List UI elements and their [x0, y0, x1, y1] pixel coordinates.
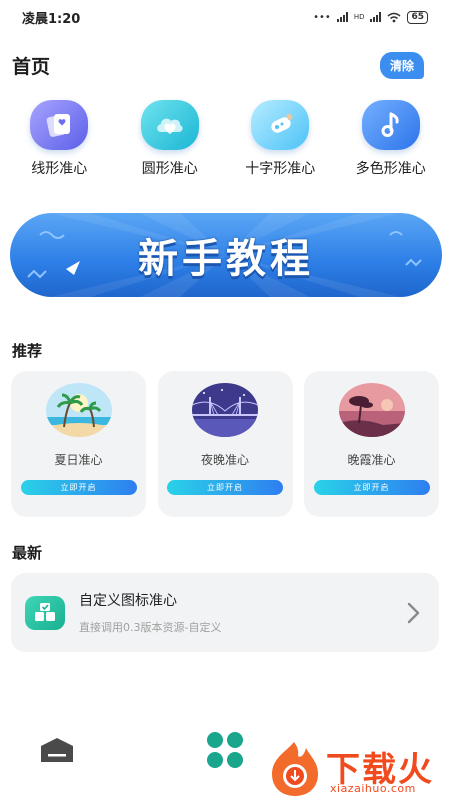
latest-item-title: 自定义图标准心	[79, 593, 177, 609]
latest-title: 最新	[12, 544, 43, 562]
clear-button[interactable]: 清除	[379, 52, 424, 79]
enable-button[interactable]: 立即开启	[20, 480, 137, 495]
category-label: 多色形准心	[355, 161, 426, 177]
hd-label: HD	[353, 13, 365, 21]
cloud-heart-icon	[140, 100, 199, 150]
watermark-url: xiazaihuo.com	[330, 782, 416, 795]
bottle-icon	[251, 100, 310, 150]
signal-icon	[336, 12, 348, 22]
recommend-name: 夜晚准心	[200, 453, 249, 467]
flame-logo-icon	[272, 742, 318, 796]
wifi-icon	[387, 12, 401, 22]
signal-icon-2	[370, 12, 382, 22]
latest-text: 自定义图标准心 直接调用0.3版本资源-自定义	[79, 590, 401, 635]
recommend-card-night[interactable]: 夜晚准心 立即开启	[157, 371, 293, 517]
category-label: 线形准心	[31, 161, 88, 177]
beach-palm-image	[45, 383, 112, 437]
clover-grid-icon[interactable]	[205, 730, 245, 770]
sunset-tree-image	[338, 383, 405, 437]
music-note-icon	[361, 100, 420, 150]
category-cross[interactable]: 十字形准心	[230, 100, 330, 178]
banner-title: 新手教程	[138, 236, 314, 282]
dots-icon: •••	[313, 11, 331, 23]
custom-icon	[25, 595, 65, 630]
tutorial-banner[interactable]: 新手教程	[10, 213, 442, 297]
latest-item[interactable]: 自定义图标准心 直接调用0.3版本资源-自定义	[11, 573, 439, 652]
status-icons: ••• HD 65	[313, 10, 428, 24]
category-label: 圆形准心	[141, 161, 198, 177]
enable-button[interactable]: 立即开启	[313, 480, 430, 495]
battery-icon: 65	[407, 10, 428, 24]
status-time: 凌晨1:20	[22, 11, 81, 27]
cards-icon	[30, 100, 89, 150]
recommend-list: 夏日准心 立即开启 夜晚准心 立即开启 晚霞准心 立即开启	[11, 371, 439, 517]
chevron-right-icon[interactable]	[401, 601, 425, 625]
recommend-card-sunset[interactable]: 晚霞准心 立即开启	[304, 371, 439, 517]
recommend-card-summer[interactable]: 夏日准心 立即开启	[11, 371, 146, 517]
category-label: 十字形准心	[245, 161, 316, 177]
header: 首页 清除	[12, 52, 424, 79]
latest-item-subtitle: 直接调用0.3版本资源-自定义	[79, 621, 222, 634]
category-line[interactable]: 线形准心	[9, 100, 109, 178]
enable-button[interactable]: 立即开启	[167, 480, 283, 495]
watermark: 下载火 xiazaihuo.com	[264, 738, 450, 800]
page-title: 首页	[12, 56, 51, 78]
category-multicolor[interactable]: 多色形准心	[341, 100, 441, 178]
status-bar: 凌晨1:20 ••• HD 65	[0, 0, 450, 34]
category-circle[interactable]: 圆形准心	[120, 100, 220, 178]
recommend-name: 夏日准心	[54, 453, 103, 467]
home-icon[interactable]	[38, 734, 76, 764]
night-bridge-image	[192, 383, 258, 437]
recommend-name: 晚霞准心	[347, 453, 396, 467]
category-row: 线形准心 圆形准心 十字形准心 多色形准心	[0, 100, 450, 178]
recommend-title: 推荐	[12, 342, 43, 360]
